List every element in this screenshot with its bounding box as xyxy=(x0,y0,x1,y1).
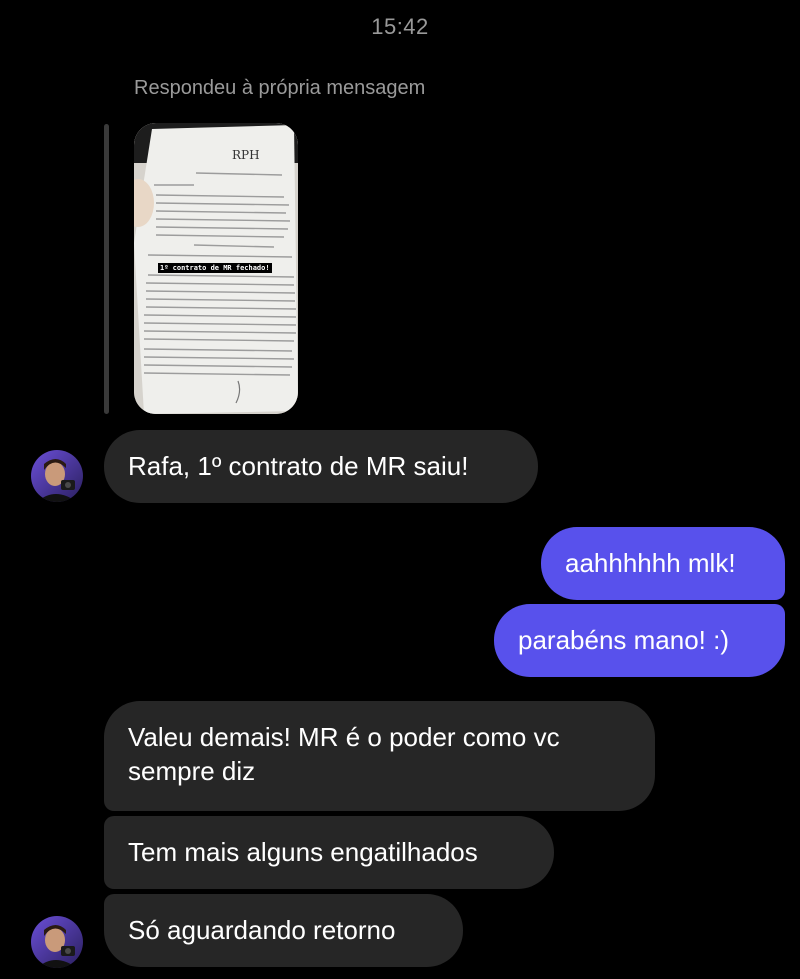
avatar-photo xyxy=(31,450,83,502)
reply-context-label: Respondeu à própria mensagem xyxy=(134,77,426,99)
message-bubble-incoming[interactable]: Só aguardando retorno xyxy=(104,894,463,967)
message-bubble-incoming[interactable]: Tem mais alguns engatilhados xyxy=(104,816,554,889)
message-bubble-incoming[interactable]: Valeu demais! MR é o poder como vc sempr… xyxy=(104,701,655,811)
avatar-photo xyxy=(31,916,83,968)
reply-indicator-bar xyxy=(104,124,109,414)
sender-avatar[interactable] xyxy=(31,450,83,502)
message-timestamp: 15:42 xyxy=(371,14,429,39)
story-reply-thumbnail[interactable]: RPH 1º contrato de MR fechado! xyxy=(134,123,298,414)
svg-text:RPH: RPH xyxy=(232,148,260,162)
message-bubble-outgoing[interactable]: parabéns mano! :) xyxy=(494,604,785,677)
story-caption: 1º contrato de MR fechado! xyxy=(158,263,272,273)
sender-avatar[interactable] xyxy=(31,916,83,968)
message-bubble-incoming[interactable]: Rafa, 1º contrato de MR saiu! xyxy=(104,430,538,503)
message-bubble-outgoing[interactable]: aahhhhhh mlk! xyxy=(541,527,785,600)
